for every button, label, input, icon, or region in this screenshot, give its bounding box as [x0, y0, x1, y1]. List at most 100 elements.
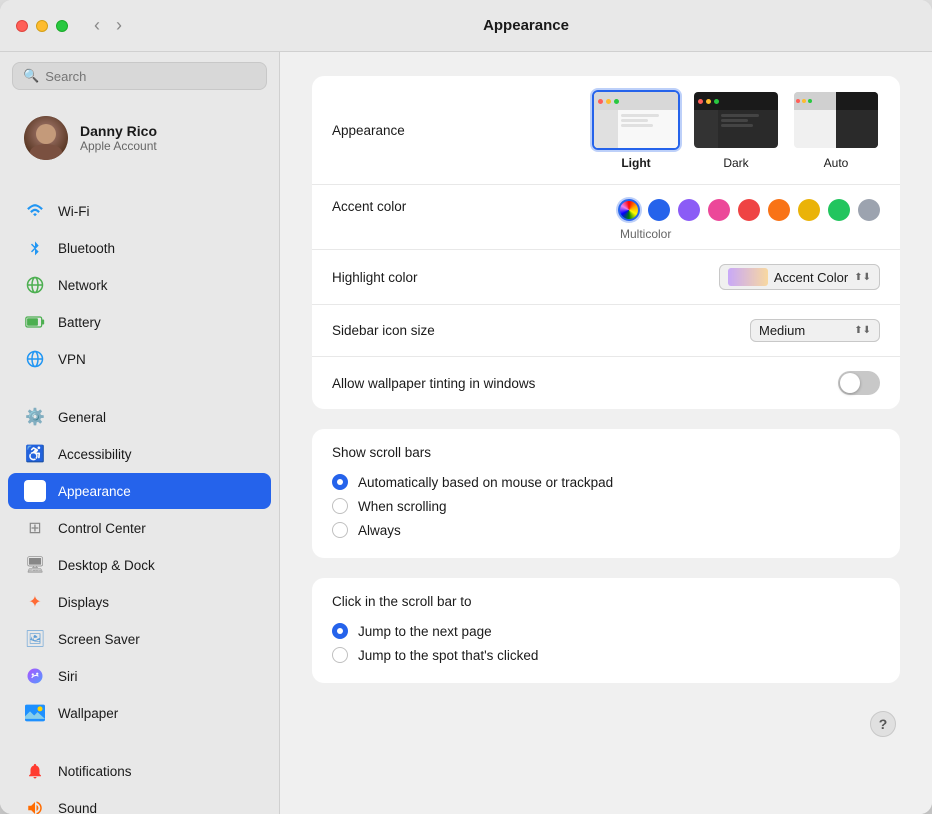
accent-dot-pink[interactable]	[708, 199, 730, 221]
wallpaper-tinting-toggle[interactable]	[838, 371, 880, 395]
sidebar-item-network[interactable]: Network	[8, 267, 271, 303]
sidebar-section-network: Wi-Fi Bluetooth	[0, 188, 279, 382]
sound-icon	[24, 797, 46, 814]
appearance-option-auto[interactable]: Auto	[792, 90, 880, 170]
wallpaper-icon	[24, 702, 46, 724]
sidebar-icon-size-label: Sidebar icon size	[332, 323, 532, 338]
sidebar-item-vpn[interactable]: VPN	[8, 341, 271, 377]
battery-icon	[24, 311, 46, 333]
wallpaper-tinting-row: Allow wallpaper tinting in windows	[312, 357, 900, 409]
general-icon: ⚙️	[24, 406, 46, 428]
accent-selected-label: Multicolor	[618, 227, 880, 241]
accent-color-row: Accent color	[312, 185, 900, 250]
sidebar-item-desktop-dock[interactable]: 🖥 Desktop & Dock	[8, 547, 271, 583]
minimize-button[interactable]	[36, 20, 48, 32]
control-center-icon: ⊞	[24, 517, 46, 539]
displays-icon: ✦	[24, 591, 46, 613]
back-button[interactable]: ‹	[88, 13, 106, 38]
appearance-option-light[interactable]: Light	[592, 90, 680, 170]
scroll-bars-section: Show scroll bars Automatically based on …	[312, 429, 900, 558]
bluetooth-icon	[24, 237, 46, 259]
toggle-knob	[840, 373, 860, 393]
sidebar: 🔍 Danny Rico Apple Account	[0, 52, 280, 814]
click-scroll-spot-label: Jump to the spot that's clicked	[358, 648, 538, 663]
sidebar-item-label-general: General	[58, 410, 106, 425]
accent-dot-orange[interactable]	[768, 199, 790, 221]
desktop-dock-icon: 🖥	[24, 554, 46, 576]
sidebar-icon-size-value: Medium	[759, 323, 805, 338]
accessibility-icon: ♿	[24, 443, 46, 465]
sidebar-item-bluetooth[interactable]: Bluetooth	[8, 230, 271, 266]
scroll-radio-auto	[332, 474, 348, 490]
sidebar-item-label-control-center: Control Center	[58, 521, 146, 536]
highlight-preview	[728, 268, 768, 286]
sidebar-item-notifications[interactable]: Notifications	[8, 753, 271, 789]
accent-dot-green[interactable]	[828, 199, 850, 221]
accent-dot-purple[interactable]	[678, 199, 700, 221]
sidebar-item-screen-saver[interactable]: 🖼 Screen Saver	[8, 621, 271, 657]
highlight-select[interactable]: Accent Color ⬆⬇	[719, 264, 880, 290]
user-profile[interactable]: Danny Rico Apple Account	[8, 104, 271, 172]
appearance-options: Light	[592, 90, 880, 170]
help-button[interactable]: ?	[870, 711, 896, 737]
sidebar-item-appearance[interactable]: ◑ Appearance	[8, 473, 271, 509]
appearance-thumb-dark	[692, 90, 780, 150]
accent-dot-blue[interactable]	[648, 199, 670, 221]
sidebar-size-arrows: ⬆⬇	[854, 325, 871, 336]
sidebar-item-sound[interactable]: Sound	[8, 790, 271, 814]
maximize-button[interactable]	[56, 20, 68, 32]
appearance-option-dark[interactable]: Dark	[692, 90, 780, 170]
sidebar-item-siri[interactable]: Siri	[8, 658, 271, 694]
forward-button[interactable]: ›	[110, 13, 128, 38]
sidebar-item-label-displays: Displays	[58, 595, 109, 610]
sidebar-item-battery[interactable]: Battery	[8, 304, 271, 340]
sidebar-item-label-vpn: VPN	[58, 352, 86, 367]
sidebar-item-label-screen-saver: Screen Saver	[58, 632, 140, 647]
sidebar-item-displays[interactable]: ✦ Displays	[8, 584, 271, 620]
sidebar-item-wallpaper[interactable]: Wallpaper	[8, 695, 271, 731]
scroll-option-always[interactable]: Always	[332, 518, 880, 542]
accent-dot-yellow[interactable]	[798, 199, 820, 221]
sidebar-item-general[interactable]: ⚙️ General	[8, 399, 271, 435]
highlight-arrows: ⬆⬇	[854, 272, 871, 283]
search-input[interactable]	[45, 69, 256, 84]
click-scroll-radio-spot	[332, 647, 348, 663]
user-info: Danny Rico Apple Account	[80, 123, 255, 153]
appearance-name-dark: Dark	[723, 156, 748, 170]
appearance-control: Light	[532, 90, 880, 170]
main-content: 🔍 Danny Rico Apple Account	[0, 52, 932, 814]
close-button[interactable]	[16, 20, 28, 32]
scroll-radio-always	[332, 522, 348, 538]
scroll-radio-auto-label: Automatically based on mouse or trackpad	[358, 475, 613, 490]
screen-saver-icon: 🖼	[24, 628, 46, 650]
sidebar-item-accessibility[interactable]: ♿ Accessibility	[8, 436, 271, 472]
sidebar-item-label-sound: Sound	[58, 801, 97, 814]
nav-buttons: ‹ ›	[88, 13, 128, 38]
window-title: Appearance	[136, 17, 916, 34]
search-bar[interactable]: 🔍	[12, 62, 267, 90]
scroll-option-auto[interactable]: Automatically based on mouse or trackpad	[332, 470, 880, 494]
user-name: Danny Rico	[80, 123, 255, 139]
highlight-color-label: Highlight color	[332, 270, 532, 285]
sidebar-section-extras: Notifications Sound	[0, 748, 279, 814]
sidebar-icon-size-select[interactable]: Medium ⬆⬇	[750, 319, 880, 342]
vpn-icon	[24, 348, 46, 370]
click-scroll-spot[interactable]: Jump to the spot that's clicked	[332, 643, 880, 667]
scroll-option-scrolling[interactable]: When scrolling	[332, 494, 880, 518]
accent-dot-multicolor[interactable]	[618, 199, 640, 221]
highlight-control: Accent Color ⬆⬇	[719, 264, 880, 290]
sidebar-item-wifi[interactable]: Wi-Fi	[8, 193, 271, 229]
appearance-icon: ◑	[24, 480, 46, 502]
sidebar-item-label-wallpaper: Wallpaper	[58, 706, 118, 721]
accent-color-row-dots	[618, 199, 880, 221]
accent-dot-graphite[interactable]	[858, 199, 880, 221]
accent-color-control: Multicolor	[532, 199, 880, 241]
click-scroll-next-page[interactable]: Jump to the next page	[332, 619, 880, 643]
wallpaper-tinting-control	[838, 371, 880, 395]
click-scroll-radio-next-page	[332, 623, 348, 639]
sidebar-item-control-center[interactable]: ⊞ Control Center	[8, 510, 271, 546]
appearance-name-light: Light	[621, 156, 650, 170]
sidebar-item-label-appearance: Appearance	[58, 484, 131, 499]
accent-dot-red[interactable]	[738, 199, 760, 221]
sidebar-item-label-notifications: Notifications	[58, 764, 132, 779]
